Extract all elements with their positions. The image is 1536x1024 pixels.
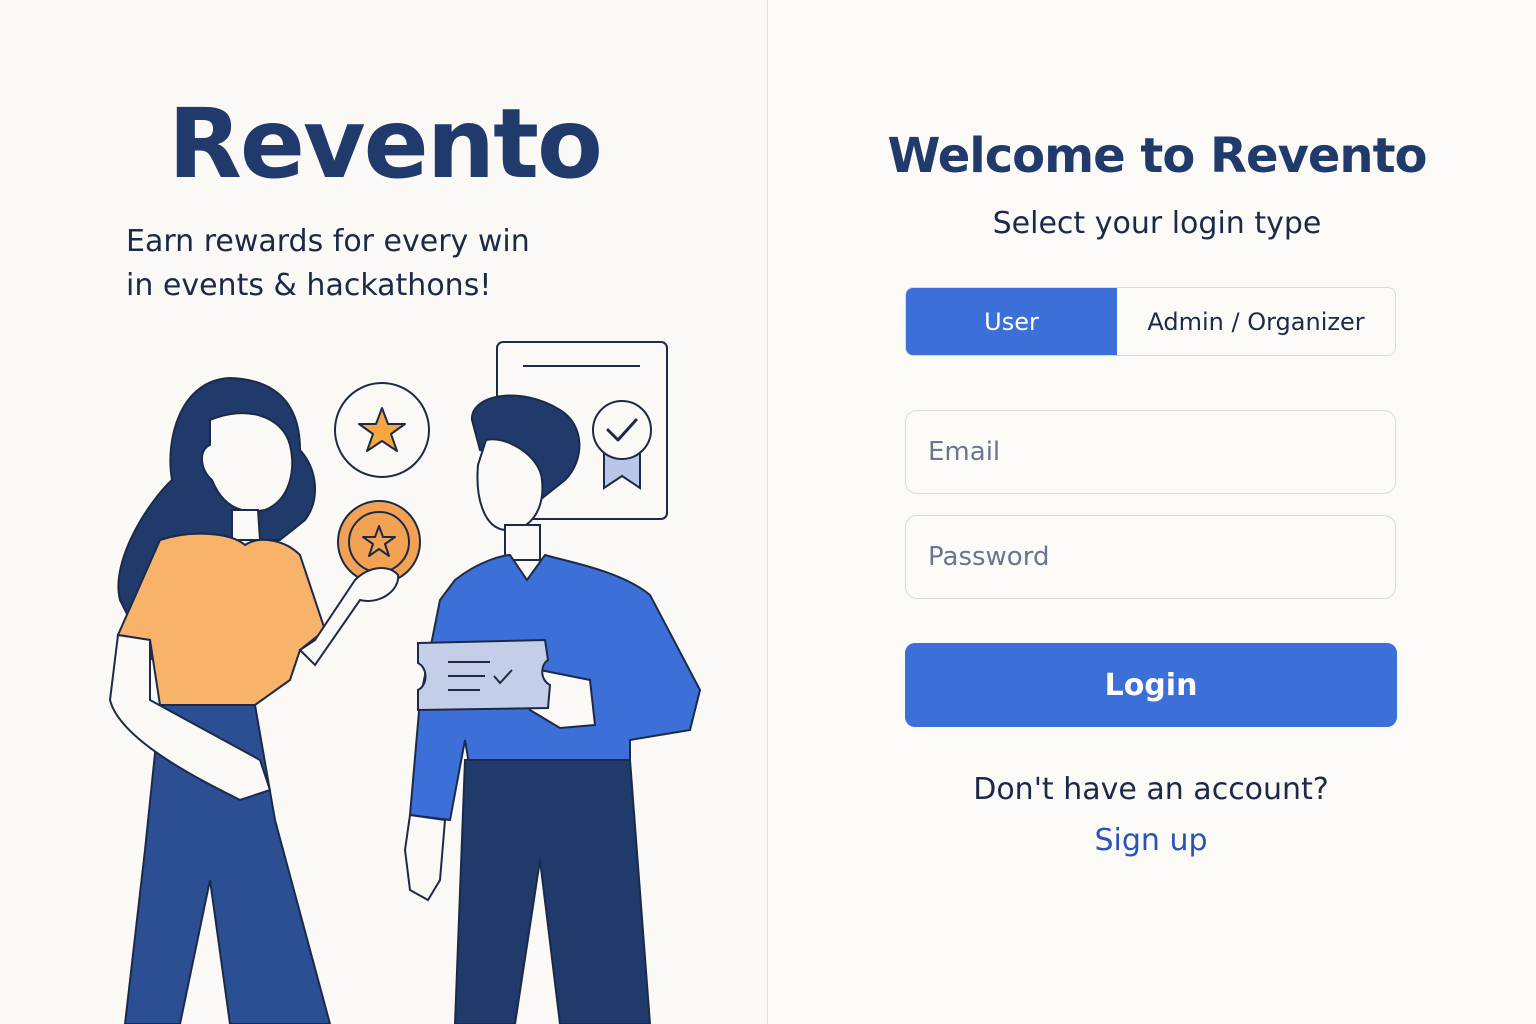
tagline-line-1: Earn rewards for every win <box>126 224 530 259</box>
star-icon <box>334 382 430 478</box>
login-panel: Welcome to Revento Select your login typ… <box>768 0 1536 1024</box>
brand-tagline: Earn rewards for every win in events & h… <box>126 220 586 308</box>
woman-figure <box>108 376 400 1024</box>
no-account-text: Don't have an account? <box>973 772 1329 807</box>
login-type-admin-button[interactable]: Admin / Organizer <box>1117 288 1395 355</box>
password-field[interactable] <box>905 515 1396 599</box>
login-type-prompt: Select your login type <box>992 206 1322 241</box>
brand-logo-title: Revento <box>168 88 603 200</box>
login-button[interactable]: Login <box>905 643 1397 727</box>
people-rewards-illustration <box>108 341 702 1024</box>
welcome-title: Welcome to Revento <box>887 128 1427 184</box>
login-type-user-button[interactable]: User <box>906 288 1117 355</box>
tagline-line-2: in events & hackathons! <box>126 268 492 303</box>
email-field[interactable] <box>905 410 1396 494</box>
brand-panel: Revento Earn rewards for every win in ev… <box>0 0 767 1024</box>
login-type-toggle: User Admin / Organizer <box>905 287 1396 356</box>
signup-link[interactable]: Sign up <box>905 823 1397 858</box>
ticket-icon <box>417 638 552 712</box>
